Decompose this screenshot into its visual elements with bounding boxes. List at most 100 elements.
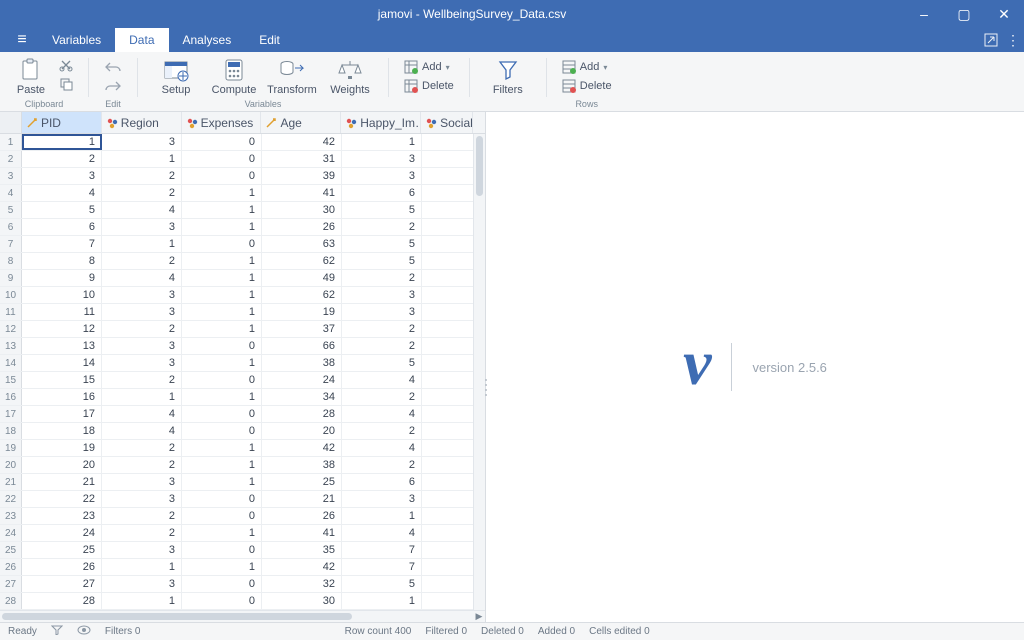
row-number[interactable]: 5 [0, 202, 22, 218]
cell[interactable] [422, 542, 474, 558]
cell[interactable]: 4 [102, 270, 182, 286]
cell[interactable]: 23 [22, 508, 102, 524]
menu-variables[interactable]: Variables [38, 28, 115, 52]
cell[interactable]: 3 [342, 168, 422, 184]
cell[interactable]: 4 [342, 372, 422, 388]
cell[interactable]: 1 [102, 151, 182, 167]
cell[interactable]: 20 [22, 457, 102, 473]
cell[interactable]: 6 [342, 474, 422, 490]
cell[interactable]: 0 [182, 406, 262, 422]
filter-icon[interactable] [51, 625, 63, 638]
cell[interactable]: 37 [262, 321, 342, 337]
cell[interactable]: 11 [22, 304, 102, 320]
row-number[interactable]: 12 [0, 321, 22, 337]
cell[interactable]: 1 [182, 559, 262, 575]
cell[interactable]: 35 [262, 542, 342, 558]
row-number[interactable]: 4 [0, 185, 22, 201]
transform-button[interactable]: Transform [264, 54, 320, 99]
cell[interactable]: 7 [342, 542, 422, 558]
cell[interactable] [422, 355, 474, 371]
cell[interactable]: 1 [182, 440, 262, 456]
cell[interactable]: 0 [182, 168, 262, 184]
cell[interactable]: 6 [22, 219, 102, 235]
cell[interactable]: 3 [102, 304, 182, 320]
cell[interactable]: 39 [262, 168, 342, 184]
cell[interactable]: 1 [182, 525, 262, 541]
scrollbar-thumb[interactable] [476, 136, 483, 196]
compute-button[interactable]: Compute [206, 54, 262, 99]
cell[interactable] [422, 372, 474, 388]
cell[interactable]: 42 [262, 440, 342, 456]
scrollbar-thumb[interactable] [2, 613, 352, 620]
cell[interactable]: 38 [262, 355, 342, 371]
redo-button[interactable] [99, 77, 127, 95]
cell[interactable]: 0 [182, 423, 262, 439]
setup-button[interactable]: Setup [148, 54, 204, 99]
cell[interactable]: 0 [182, 151, 262, 167]
pane-divider-handle[interactable] [482, 367, 490, 407]
row-number[interactable]: 26 [0, 559, 22, 575]
row-number[interactable]: 21 [0, 474, 22, 490]
cell[interactable]: 5 [342, 355, 422, 371]
cell[interactable]: 32 [262, 576, 342, 592]
cell[interactable]: 1 [102, 559, 182, 575]
cell[interactable]: 5 [22, 202, 102, 218]
cell[interactable]: 1 [182, 321, 262, 337]
cell[interactable] [422, 474, 474, 490]
cell[interactable] [422, 440, 474, 456]
cell[interactable]: 26 [262, 219, 342, 235]
cell[interactable] [422, 525, 474, 541]
cell[interactable]: 6 [342, 185, 422, 201]
var-add-button[interactable]: Add ▾ [399, 58, 459, 76]
cell[interactable]: 2 [102, 508, 182, 524]
row-number[interactable]: 1 [0, 134, 22, 150]
cell[interactable]: 3 [102, 542, 182, 558]
app-menu-button[interactable]: ≡ [6, 28, 38, 52]
cell[interactable] [422, 576, 474, 592]
cell[interactable]: 5 [342, 576, 422, 592]
cell[interactable]: 3 [102, 355, 182, 371]
cell[interactable]: 0 [182, 542, 262, 558]
weights-button[interactable]: Weights [322, 54, 378, 99]
cell[interactable]: 2 [102, 457, 182, 473]
menu-edit[interactable]: Edit [245, 28, 294, 52]
cell[interactable] [422, 593, 474, 609]
cell[interactable]: 3 [102, 491, 182, 507]
cell[interactable]: 1 [102, 389, 182, 405]
row-number[interactable]: 10 [0, 287, 22, 303]
cell[interactable]: 1 [182, 202, 262, 218]
cell[interactable]: 5 [342, 253, 422, 269]
cell[interactable]: 2 [342, 389, 422, 405]
cell[interactable]: 1 [182, 355, 262, 371]
copy-button[interactable] [54, 75, 78, 93]
cell[interactable]: 2 [342, 338, 422, 354]
cell[interactable]: 2 [342, 270, 422, 286]
rows-delete-button[interactable]: Delete [557, 77, 617, 95]
cell[interactable] [422, 491, 474, 507]
cell[interactable]: 3 [102, 287, 182, 303]
row-number[interactable]: 8 [0, 253, 22, 269]
cell[interactable]: 1 [102, 593, 182, 609]
cell[interactable]: 12 [22, 321, 102, 337]
cell[interactable]: 3 [342, 491, 422, 507]
cell[interactable] [422, 134, 474, 150]
cell[interactable]: 2 [342, 457, 422, 473]
cell[interactable]: 9 [22, 270, 102, 286]
cell[interactable]: 66 [262, 338, 342, 354]
maximize-button[interactable]: ▢ [944, 0, 984, 28]
cell[interactable]: 2 [342, 321, 422, 337]
column-header[interactable]: Social_S [421, 112, 473, 133]
row-number[interactable]: 11 [0, 304, 22, 320]
row-number[interactable]: 22 [0, 491, 22, 507]
cell[interactable]: 5 [342, 202, 422, 218]
cell[interactable]: 0 [182, 491, 262, 507]
rownum-header[interactable] [0, 112, 22, 133]
cell[interactable] [422, 253, 474, 269]
cell[interactable]: 3 [102, 474, 182, 490]
cell[interactable]: 1 [342, 134, 422, 150]
cell[interactable]: 3 [342, 287, 422, 303]
cell[interactable]: 42 [262, 559, 342, 575]
row-number[interactable]: 9 [0, 270, 22, 286]
cell[interactable]: 21 [22, 474, 102, 490]
menu-data[interactable]: Data [115, 28, 168, 52]
